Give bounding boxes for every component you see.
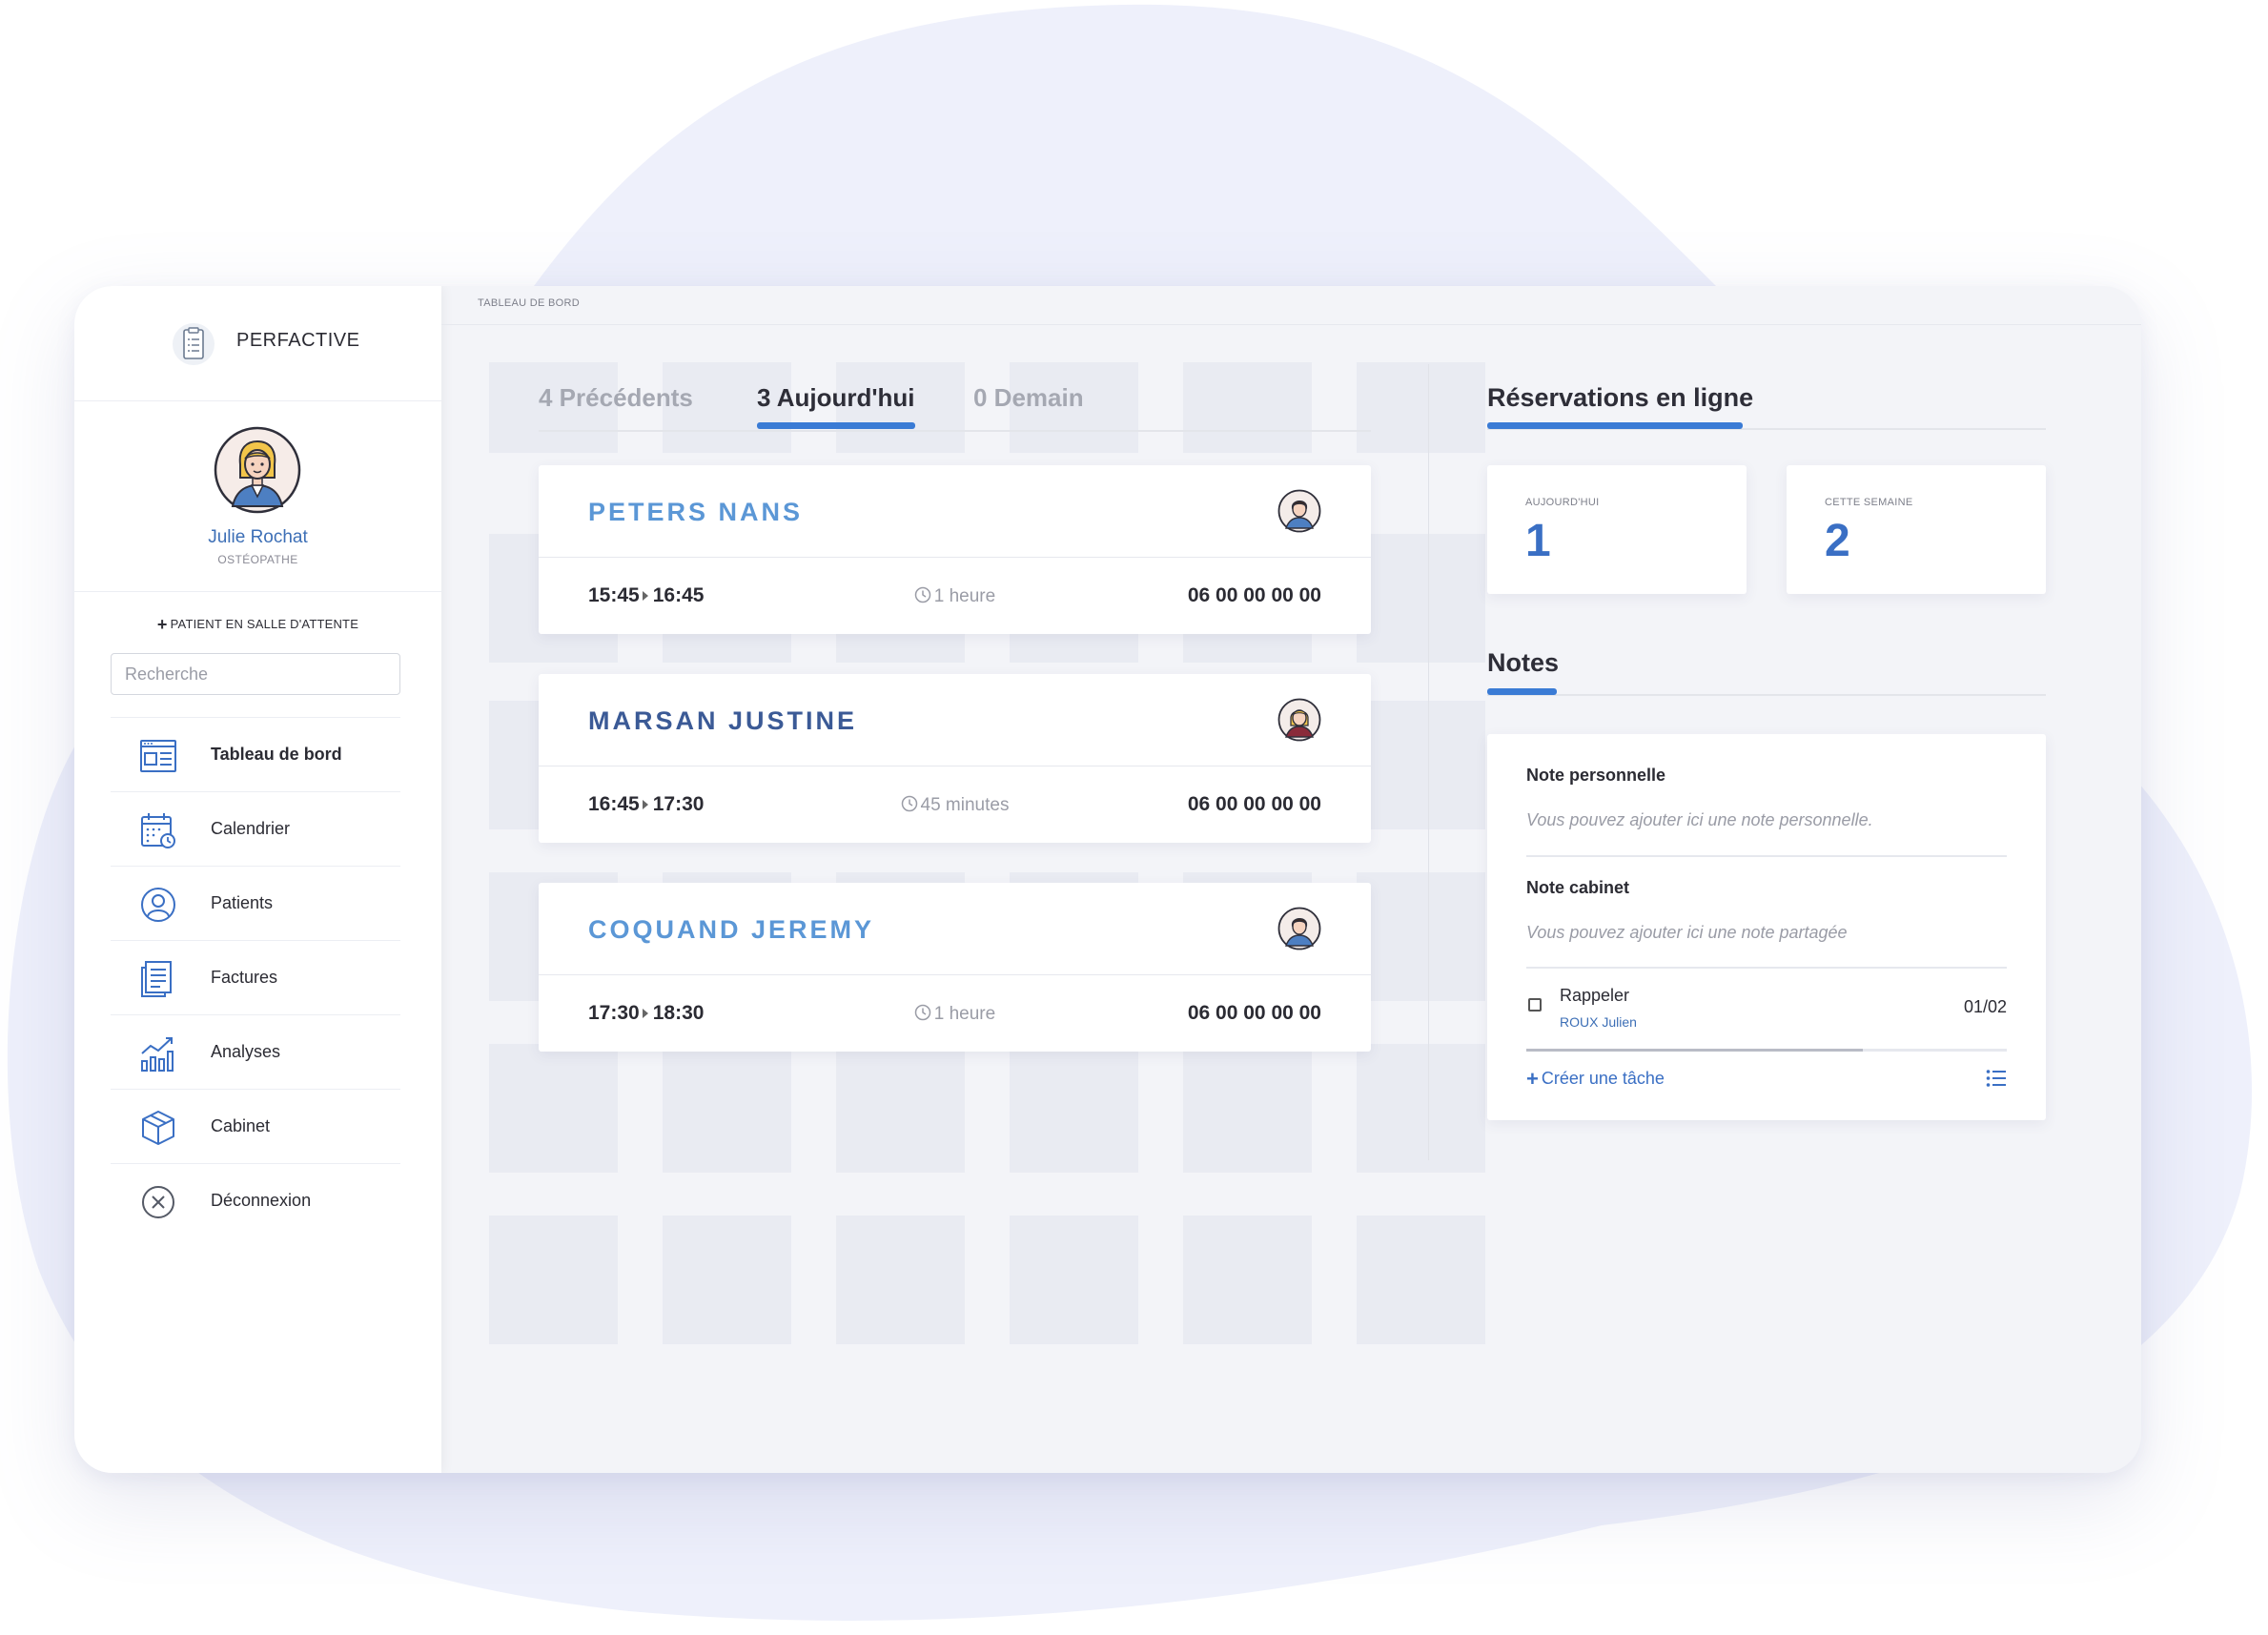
personal-note-input[interactable]: Vous pouvez ajouter ici une note personn…: [1526, 810, 1873, 830]
sidebar-item-dashboard[interactable]: Tableau de bord: [111, 717, 400, 791]
user-role: OSTÉOPATHE: [217, 553, 298, 566]
box-icon: [142, 1111, 174, 1145]
appointment-header: PETERS NANS: [539, 465, 1371, 558]
sidebar-item-label: Déconnexion: [211, 1191, 312, 1210]
personal-note-title: Note personnelle: [1526, 766, 1666, 785]
breadcrumb-item: TABLEAU DE BORD: [478, 297, 580, 309]
cabinet-note-underline: [1526, 967, 2007, 969]
appointment-card[interactable]: MARSAN JUSTINE 16:45 17:30 45 minutes 06 …: [539, 674, 1371, 843]
appointment-card[interactable]: COQUAND JEREMY 17:30 18:30 1 heure 06 00 …: [539, 883, 1371, 1052]
cabinet-note-input[interactable]: Vous pouvez ajouter ici une note partagé…: [1526, 923, 1848, 943]
clock-icon: [901, 795, 917, 812]
sidebar-item-analytics[interactable]: Analyses: [111, 1014, 400, 1089]
main-content: TABLEAU DE BORD 4 Précédents 3 Aujourd'h…: [441, 286, 2141, 1473]
column-divider: [1428, 364, 1429, 1160]
logout-icon: [142, 1186, 174, 1218]
avatar[interactable]: [214, 426, 301, 514]
duration-text: 1 heure: [933, 586, 996, 606]
stat-card-week: CETTE SEMAINE 2: [1787, 465, 2046, 594]
task-progress-bar: [1526, 1049, 2007, 1052]
personal-note-underline: [1526, 855, 2007, 857]
task-name: Rappeler: [1560, 986, 1630, 1005]
invoice-icon: [141, 961, 172, 997]
stat-value: 2: [1825, 516, 1850, 566]
breadcrumb: TABLEAU DE BORD: [441, 286, 2141, 325]
task-checkbox[interactable]: [1528, 998, 1542, 1012]
sidebar-item-label: Calendrier: [211, 819, 291, 838]
day-tabs: 4 Précédents 3 Aujourd'hui 0 Demain: [539, 367, 1371, 432]
notes-title-underline: [1487, 688, 1557, 695]
stat-card-today: AUJOURD'HUI 1: [1487, 465, 1747, 594]
notes-divider: [1487, 694, 2046, 696]
list-icon[interactable]: [1986, 1069, 2007, 1088]
user-name: Julie Rochat: [208, 527, 308, 547]
tab-tomorrow[interactable]: 0 Demain: [973, 383, 1084, 413]
tab-today[interactable]: 3 Aujourd'hui: [757, 383, 915, 413]
create-task-label: Créer une tâche: [1541, 1069, 1665, 1088]
sidebar-item-label: Analyses: [211, 1042, 281, 1061]
add-waiting-patient-button[interactable]: + PATIENT EN SALLE D'ATTENTE: [74, 615, 441, 635]
sidebar: PERFACTIVE Julie Rochat OSTÉOPATHE + PATI…: [74, 286, 441, 1473]
chart-icon: [141, 1037, 174, 1072]
stat-label: CETTE SEMAINE: [1825, 497, 1913, 508]
patient-phone[interactable]: 06 00 00 00 00: [1188, 584, 1321, 607]
appointment-card[interactable]: PETERS NANS 15:45 16:45 1 heure 06 00 00 …: [539, 465, 1371, 634]
tab-previous[interactable]: 4 Précédents: [539, 383, 693, 413]
sidebar-item-logout[interactable]: Déconnexion: [111, 1163, 400, 1237]
user-icon: [141, 888, 175, 922]
cabinet-note-title: Note cabinet: [1526, 878, 1630, 897]
patient-phone[interactable]: 06 00 00 00 00: [1188, 793, 1321, 816]
create-task-button[interactable]: + Créer une tâche: [1526, 1067, 1665, 1092]
appointment-header: COQUAND JEREMY: [539, 883, 1371, 975]
active-tab-indicator: [757, 422, 915, 429]
appointment-header: MARSAN JUSTINE: [539, 674, 1371, 766]
dashboard-icon: [140, 740, 176, 772]
patient-name[interactable]: COQUAND JEREMY: [588, 915, 874, 945]
stat-value: 1: [1525, 516, 1551, 566]
reservations-title-underline: [1487, 422, 1743, 429]
notes-title: Notes: [1487, 648, 1560, 677]
plus-icon: +: [1526, 1067, 1539, 1091]
clock-icon: [914, 586, 931, 603]
sidebar-item-cabinet[interactable]: Cabinet: [111, 1089, 400, 1163]
task-progress-fill: [1526, 1049, 1863, 1052]
patient-name[interactable]: PETERS NANS: [588, 498, 803, 527]
user-profile: Julie Rochat OSTÉOPATHE: [74, 400, 441, 592]
calendar-icon: [141, 813, 175, 848]
female-avatar-icon: [1277, 698, 1321, 742]
male-avatar-icon: [1277, 907, 1321, 950]
brand-name: PERFACTIVE: [236, 330, 360, 351]
app-window: PERFACTIVE Julie Rochat OSTÉOPATHE + PATI…: [74, 286, 2141, 1473]
duration-text: 45 minutes: [920, 795, 1010, 815]
sidebar-item-label: Factures: [211, 968, 278, 987]
task-date: 01/02: [1963, 997, 2007, 1016]
sidebar-item-invoices[interactable]: Factures: [111, 940, 400, 1014]
sidebar-item-patients[interactable]: Patients: [111, 866, 400, 940]
sidebar-item-label: Cabinet: [211, 1116, 271, 1135]
patient-name[interactable]: MARSAN JUSTINE: [588, 706, 857, 736]
brand-header: PERFACTIVE: [74, 286, 441, 401]
clipboard-icon: [173, 323, 215, 365]
sidebar-item-calendar[interactable]: Calendrier: [111, 791, 400, 866]
sidebar-item-label: Patients: [211, 893, 274, 912]
plus-icon: +: [156, 615, 168, 634]
patient-phone[interactable]: 06 00 00 00 00: [1188, 1002, 1321, 1025]
sidebar-item-label: Tableau de bord: [211, 745, 342, 764]
clock-icon: [914, 1004, 931, 1021]
duration-text: 1 heure: [933, 1004, 996, 1024]
task-patient[interactable]: ROUX Julien: [1560, 1014, 1637, 1030]
sidebar-nav: Tableau de bord Calendrier Patients Fact…: [111, 717, 400, 1237]
add-waiting-patient-label: PATIENT EN SALLE D'ATTENTE: [170, 617, 359, 631]
search-input[interactable]: [111, 653, 400, 695]
reservations-title: Réservations en ligne: [1487, 383, 1754, 412]
male-avatar-icon: [1277, 489, 1321, 533]
notes-card: Note personnelle Vous pouvez ajouter ici…: [1487, 734, 2046, 1120]
stat-label: AUJOURD'HUI: [1525, 497, 1600, 508]
